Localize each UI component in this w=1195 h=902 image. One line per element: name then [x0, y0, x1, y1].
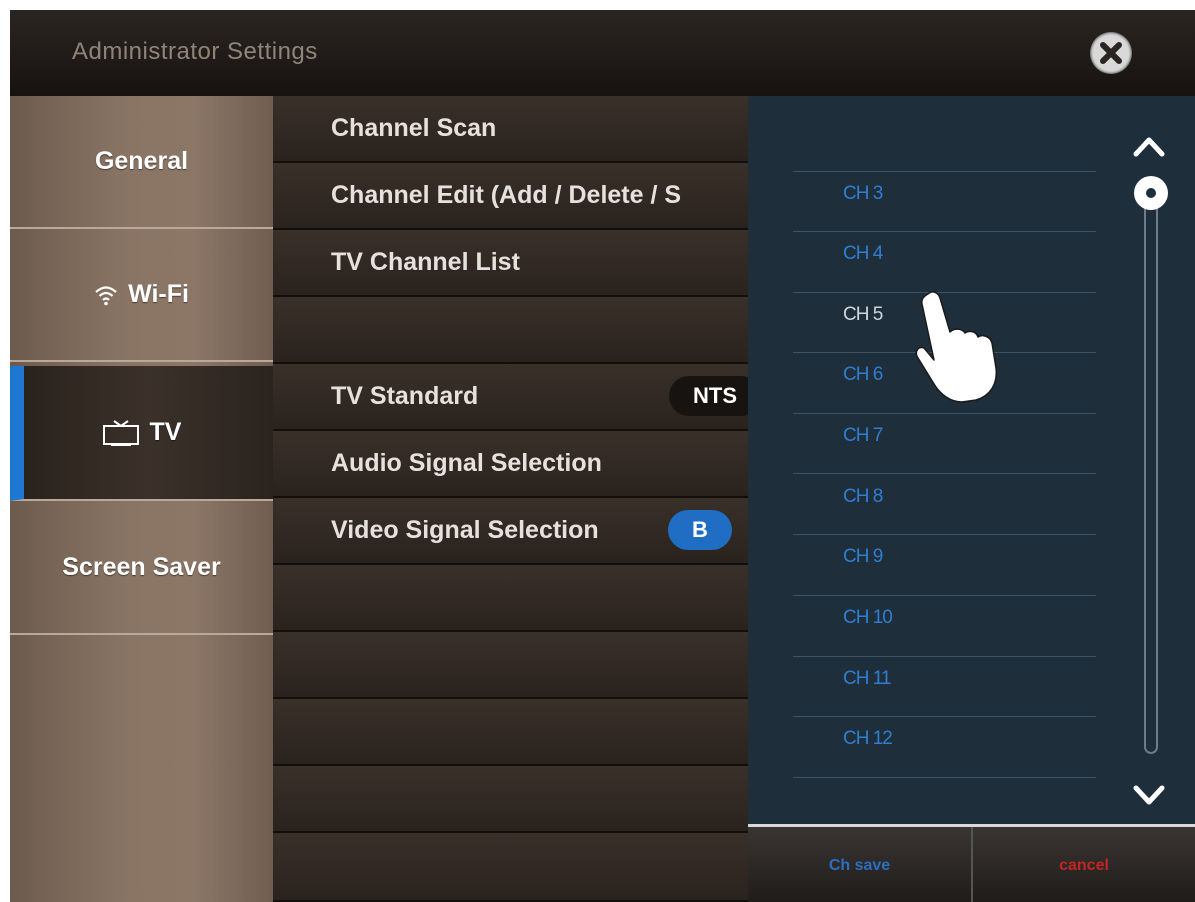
channel-item[interactable]: CH 10: [843, 607, 893, 629]
scrollbar-track[interactable]: [1144, 200, 1158, 754]
row-label: TV Standard: [331, 382, 479, 410]
row-empty: [273, 565, 748, 632]
sidebar-item-label: Wi-Fi: [128, 280, 189, 308]
row-empty: [273, 632, 748, 699]
channel-action-bar: Ch save cancel: [748, 824, 1195, 902]
channel-item[interactable]: CH 9: [843, 546, 883, 568]
close-button[interactable]: [1090, 32, 1132, 74]
scrollbar-thumb[interactable]: [1134, 176, 1168, 210]
settings-sidebar: General Wi-Fi TV Screen Saver: [10, 96, 273, 902]
sidebar-item-general[interactable]: General: [10, 96, 273, 229]
sidebar-item-label: General: [94, 147, 189, 175]
row-label: TV Channel List: [331, 248, 520, 276]
sidebar-item-label: Screen Saver: [62, 553, 221, 581]
device-screen: Administrator Settings General Wi-Fi TV …: [10, 10, 1195, 902]
row-empty: [273, 699, 748, 766]
close-icon: [1100, 42, 1122, 64]
divider: [793, 171, 1096, 172]
row-empty: [273, 297, 748, 364]
channel-item[interactable]: CH 7: [843, 425, 883, 447]
row-label: Channel Scan: [331, 114, 497, 142]
row-label: Video Signal Selection: [331, 516, 599, 544]
sidebar-item-screen-saver[interactable]: Screen Saver: [10, 502, 273, 635]
settings-list: Channel Scan Channel Edit (Add / Delete …: [273, 96, 748, 902]
divider: [793, 656, 1096, 657]
divider: [793, 595, 1096, 596]
channel-item[interactable]: CH 4: [843, 243, 883, 265]
sidebar-item-wifi[interactable]: Wi-Fi: [10, 229, 273, 362]
divider: [793, 777, 1096, 778]
row-empty: [273, 766, 748, 833]
row-label: Audio Signal Selection: [331, 449, 602, 477]
sidebar-item-label: TV: [149, 418, 182, 446]
ch-save-button[interactable]: Ch save: [748, 827, 973, 902]
channel-item[interactable]: CH 6: [843, 364, 883, 386]
divider: [793, 716, 1096, 717]
channel-item-selected[interactable]: CH 5: [843, 304, 883, 326]
sidebar-item-tv[interactable]: TV: [10, 366, 273, 501]
row-tv-standard[interactable]: TV Standard NTS: [273, 364, 748, 431]
title-bar: Administrator Settings: [10, 10, 1195, 97]
row-channel-scan[interactable]: Channel Scan: [273, 96, 748, 163]
channel-item[interactable]: CH 8: [843, 486, 883, 508]
row-empty: [273, 833, 748, 902]
channel-item[interactable]: CH 3: [843, 183, 883, 205]
channel-item[interactable]: CH 11: [843, 668, 891, 690]
divider: [793, 473, 1096, 474]
channel-item[interactable]: CH 12: [843, 728, 893, 750]
video-signal-value[interactable]: B: [668, 510, 732, 550]
tv-standard-value[interactable]: NTS: [669, 376, 748, 416]
chevron-up-icon[interactable]: [1131, 134, 1167, 158]
channel-picker-panel: CH 3 CH 4 CH 5 CH 6 CH 7 CH 8 CH 9 CH 10…: [748, 96, 1195, 826]
divider: [793, 413, 1096, 414]
cancel-button[interactable]: cancel: [973, 827, 1195, 902]
row-video-signal-selection[interactable]: Video Signal Selection B: [273, 498, 748, 565]
tv-icon: [102, 419, 140, 446]
row-tv-channel-list[interactable]: TV Channel List: [273, 230, 748, 297]
chevron-down-icon[interactable]: [1131, 784, 1167, 808]
divider: [793, 231, 1096, 232]
divider: [793, 534, 1096, 535]
row-channel-edit[interactable]: Channel Edit (Add / Delete / S: [273, 163, 748, 230]
pointing-hand-icon: [915, 291, 998, 403]
page-title: Administrator Settings: [72, 38, 318, 65]
wifi-icon: [94, 284, 118, 306]
row-label: Channel Edit (Add / Delete / S: [331, 181, 682, 209]
row-audio-signal-selection[interactable]: Audio Signal Selection: [273, 431, 748, 498]
